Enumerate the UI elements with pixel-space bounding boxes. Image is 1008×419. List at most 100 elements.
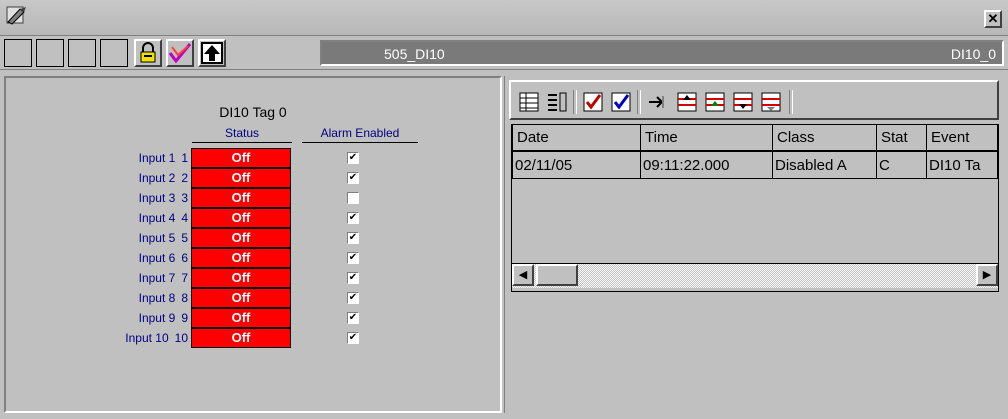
alarm-button[interactable]	[166, 39, 194, 67]
acknowledge-button[interactable]	[581, 90, 605, 114]
tag-name: 505_DI10	[384, 46, 445, 62]
input-row: Input 7 7 Off ✔	[6, 268, 500, 288]
scroll-right-icon: ▶	[982, 269, 992, 281]
input-number: 10	[174, 331, 188, 345]
status-indicator: Off	[191, 188, 291, 208]
input-number: 1	[181, 151, 188, 165]
acknowledge-all-button[interactable]	[609, 90, 633, 114]
input-row: Input 9 9 Off ✔	[6, 308, 500, 328]
check-box-icon	[583, 92, 603, 112]
alarm-enabled-checkbox[interactable]: ✔	[347, 332, 359, 344]
scroll-right-button[interactable]: ▶	[976, 264, 998, 286]
separator	[789, 90, 793, 114]
input-label: Input 9 9	[90, 311, 188, 325]
tag-name-bar: 505_DI10 DI10_0	[320, 40, 1004, 66]
input-number: 9	[181, 311, 188, 325]
input-name: Input 10	[125, 331, 169, 345]
input-number: 7	[181, 271, 188, 285]
event-grid: Date Time Class Stat Event 02/11/05 09:11:22.…	[511, 124, 999, 292]
scroll-left-button[interactable]: ◀	[512, 264, 534, 286]
first-event-button[interactable]	[675, 90, 699, 114]
input-name: Input 2	[138, 171, 176, 185]
input-label: Input 3 3	[90, 191, 188, 205]
input-row: Input 10 10 Off ✔	[6, 328, 500, 348]
input-name: Input 3	[138, 191, 176, 205]
input-name: Input 6	[138, 251, 176, 265]
grid-header: Date Time Class Stat Event	[512, 125, 998, 151]
status-indicator: Off	[191, 228, 291, 248]
input-label: Input 1 1	[90, 151, 188, 165]
empty-slot-4[interactable]	[100, 39, 128, 67]
alarm-enabled-checkbox[interactable]: ✔	[347, 272, 359, 284]
first-icon	[677, 92, 697, 112]
next-icon	[733, 92, 753, 112]
status-indicator: Off	[191, 168, 291, 188]
arrow-right-icon	[649, 96, 664, 108]
empty-slot-1[interactable]	[4, 39, 32, 67]
next-event-button[interactable]	[731, 90, 755, 114]
input-label: Input 7 7	[90, 271, 188, 285]
grid-cell[interactable]: 09:11:22.000	[640, 151, 773, 179]
alarm-enabled-checkbox[interactable]: ✔	[347, 212, 359, 224]
list-view-button[interactable]	[545, 90, 569, 114]
column-header-stat[interactable]: Stat	[876, 125, 927, 151]
column-header-time[interactable]: Time	[640, 125, 773, 151]
app-icon	[6, 6, 28, 26]
tag-name-right: DI10_0	[950, 46, 996, 62]
grid-cell[interactable]: 02/11/05	[512, 151, 641, 179]
status-indicator: Off	[191, 208, 291, 228]
up-arrow-icon	[201, 42, 223, 64]
input-number: 4	[181, 211, 188, 225]
grid-view-button[interactable]	[517, 90, 541, 114]
lock-button[interactable]	[134, 39, 162, 67]
close-icon: ✕	[987, 11, 999, 26]
empty-slot-2[interactable]	[36, 39, 64, 67]
input-label: Input 6 6	[90, 251, 188, 265]
empty-slot-3[interactable]	[68, 39, 96, 67]
column-header-date[interactable]: Date	[512, 125, 641, 151]
event-panel: Date Time Class Stat Event 02/11/05 09:11:22.…	[504, 76, 1005, 413]
input-name: Input 7	[138, 271, 176, 285]
input-row: Input 5 5 Off ✔	[6, 228, 500, 248]
input-label: Input 4 4	[90, 211, 188, 225]
status-indicator: Off	[191, 328, 291, 348]
input-number: 8	[181, 291, 188, 305]
input-row: Input 8 8 Off ✔	[6, 288, 500, 308]
check-all-icon	[611, 92, 631, 112]
grid-cell[interactable]: DI10 Ta	[926, 151, 998, 179]
last-event-button[interactable]	[759, 90, 783, 114]
scroll-thumb[interactable]	[536, 264, 578, 286]
status-indicator: Off	[191, 288, 291, 308]
alarm-enabled-checkbox[interactable]: ✔	[347, 312, 359, 324]
alarm-enabled-checkbox[interactable]: ✔	[347, 232, 359, 244]
alarm-enabled-checkbox[interactable]: ✔	[347, 292, 359, 304]
alarm-enabled-checkbox[interactable]: ✔	[347, 252, 359, 264]
input-label: Input 5 5	[90, 231, 188, 245]
list-view-icon	[548, 92, 567, 112]
column-header-class[interactable]: Class	[772, 125, 877, 151]
previous-event-button[interactable]	[703, 90, 727, 114]
input-number: 3	[181, 191, 188, 205]
close-button[interactable]: ✕	[984, 10, 1002, 28]
up-button[interactable]	[198, 39, 226, 67]
status-indicator: Off	[191, 308, 291, 328]
input-name: Input 1	[138, 151, 176, 165]
input-number: 2	[181, 171, 188, 185]
input-label: Input 2 2	[90, 171, 188, 185]
input-number: 6	[181, 251, 188, 265]
input-row: Input 6 6 Off ✔	[6, 248, 500, 268]
alarm-enabled-checkbox[interactable]: ✔	[347, 152, 359, 164]
alarm-enabled-checkbox[interactable]: ✔	[347, 172, 359, 184]
column-header-event[interactable]: Event	[926, 125, 998, 151]
input-row: Input 3 3 Off	[6, 188, 500, 208]
grid-cell[interactable]: C	[876, 151, 927, 179]
horizontal-scrollbar[interactable]: ◀ ▶	[512, 263, 998, 288]
input-name: Input 9	[138, 311, 176, 325]
status-indicator: Off	[191, 268, 291, 288]
alarm-check-icon	[168, 43, 192, 64]
export-button[interactable]	[645, 90, 669, 114]
lock-icon	[140, 42, 156, 63]
grid-cell[interactable]: Disabled A	[772, 151, 877, 179]
alarm-enabled-checkbox[interactable]	[347, 192, 359, 204]
event-toolbar	[509, 80, 999, 120]
